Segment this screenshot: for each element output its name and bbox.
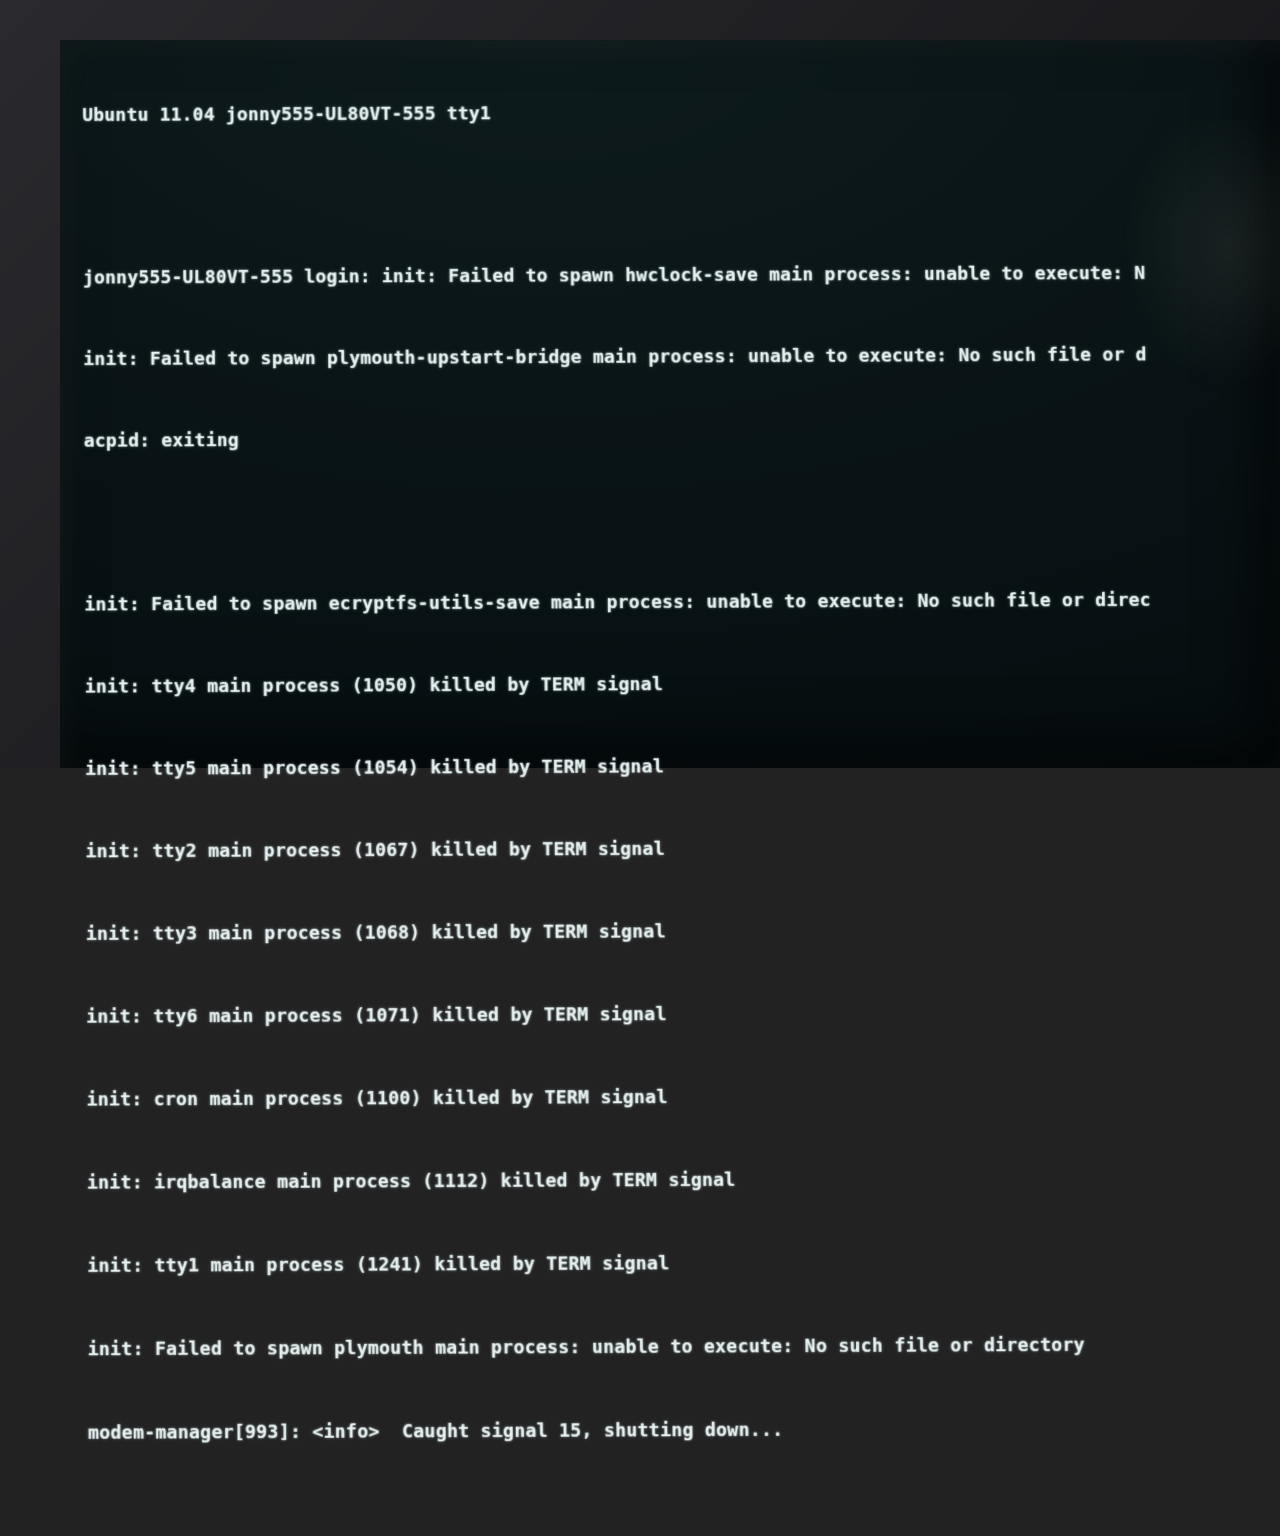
login-prompt-line: jonny555-UL80VT-555 login: init: Failed … [83, 259, 1280, 292]
console-line: init: tty4 main process (1050) killed by… [85, 668, 1280, 701]
console-line: init: tty3 main process (1068) killed by… [86, 915, 1280, 948]
console-line: init: Failed to spawn plymouth-upstart-b… [83, 341, 1280, 374]
os-header-line: Ubuntu 11.04 jonny555-UL80VT-555 tty1 [82, 97, 1280, 129]
blank-line [84, 504, 1280, 537]
console-line: init: Failed to spawn plymouth main proc… [88, 1330, 1280, 1363]
blank-line [83, 178, 1280, 211]
blank-line [88, 1497, 1280, 1531]
console-line: init: tty6 main process (1071) killed by… [86, 998, 1280, 1031]
monitor-bezel: Ubuntu 11.04 jonny555-UL80VT-555 tty1 jo… [0, 0, 1280, 768]
tty-console[interactable]: Ubuntu 11.04 jonny555-UL80VT-555 tty1 jo… [82, 43, 1280, 1536]
console-line: init: tty2 main process (1067) killed by… [85, 833, 1280, 866]
console-line: init: cron main process (1100) killed by… [87, 1081, 1280, 1114]
console-line: init: tty1 main process (1241) killed by… [87, 1247, 1280, 1280]
console-line: init: tty5 main process (1054) killed by… [85, 750, 1280, 783]
console-line: acpid: exiting [84, 422, 1280, 455]
crt-screen: Ubuntu 11.04 jonny555-UL80VT-555 tty1 jo… [60, 40, 1280, 768]
console-line: init: irqbalance main process (1112) kil… [87, 1164, 1280, 1197]
console-line: modem-manager[993]: <info> Caught signal… [88, 1414, 1280, 1447]
console-line: init: Failed to spawn ecryptfs-utils-sav… [84, 586, 1280, 619]
